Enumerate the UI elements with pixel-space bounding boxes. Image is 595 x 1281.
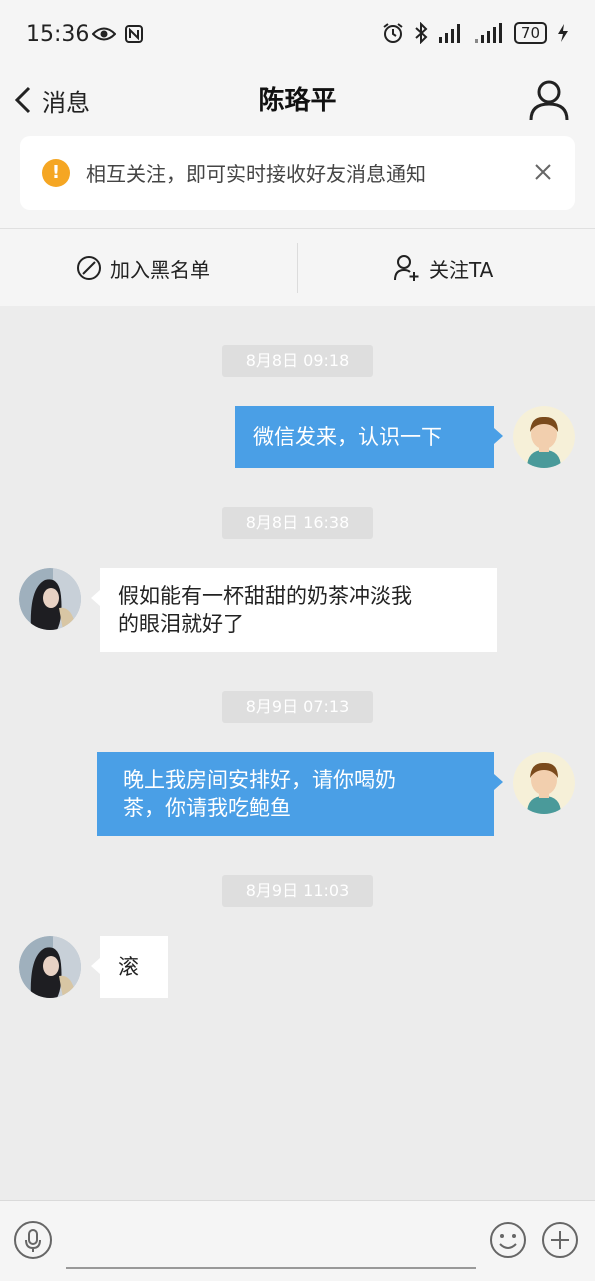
microphone-icon: [25, 1229, 41, 1252]
message-timestamp: 8月9日 07:13: [222, 691, 373, 723]
chat-header: 消息 陈珞平: [0, 72, 595, 130]
block-label: 加入黑名单: [110, 257, 210, 282]
block-button[interactable]: 加入黑名单: [76, 229, 210, 307]
message-input[interactable]: [66, 1215, 476, 1269]
contact-avatar[interactable]: [19, 568, 81, 630]
message-text: 微信发来，认识一下: [253, 425, 442, 449]
profile-icon[interactable]: [527, 78, 571, 122]
message-timestamp: 8月8日 09:18: [222, 345, 373, 377]
follow-label: 关注TA: [429, 257, 494, 282]
voice-button[interactable]: [14, 1221, 52, 1259]
message-text-line: 的眼泪就好了: [118, 612, 244, 636]
emoji-icon[interactable]: [489, 1221, 527, 1259]
status-left-icons: [92, 24, 144, 44]
outgoing-message-bubble[interactable]: 微信发来，认识一下: [235, 406, 503, 468]
notice-text: 相互关注，即可实时接收好友消息通知: [86, 162, 426, 186]
charging-icon: [558, 24, 568, 42]
plus-icon[interactable]: [541, 1221, 579, 1259]
page-title: 陈珞平: [258, 86, 337, 116]
signal-icon: [438, 24, 460, 43]
my-avatar[interactable]: [513, 406, 575, 468]
message-text-line: 茶，你请我吃鲍鱼: [123, 796, 291, 820]
message-text: 滚: [118, 955, 139, 979]
chat-area[interactable]: 8月8日 09:18 微信发来，认识一下 8月8日 16:38 假如能有一杯甜甜…: [0, 306, 595, 1200]
message-timestamp: 8月9日 11:03: [222, 875, 373, 907]
message-text-line: 假如能有一杯甜甜的奶茶冲淡我: [118, 584, 412, 608]
message-timestamp: 8月8日 16:38: [222, 507, 373, 539]
block-icon: [77, 256, 101, 280]
notice-area: ! 相互关注，即可实时接收好友消息通知: [0, 130, 595, 228]
contact-avatar[interactable]: [19, 936, 81, 998]
incoming-message-bubble[interactable]: 假如能有一杯甜甜的奶茶冲淡我 的眼泪就好了: [91, 568, 497, 652]
close-icon[interactable]: [531, 160, 555, 184]
alarm-icon: [383, 23, 403, 43]
battery-level: 70: [513, 22, 547, 44]
follow-notice: ! 相互关注，即可实时接收好友消息通知: [20, 136, 575, 210]
divider: [297, 243, 298, 293]
bluetooth-icon: [415, 22, 428, 44]
status-right-icons: 70: [382, 22, 569, 44]
input-bar: [0, 1200, 595, 1281]
nfc-icon: [125, 25, 143, 43]
incoming-message-bubble[interactable]: 滚: [91, 936, 168, 998]
status-time: 15:36: [26, 22, 90, 47]
action-bar: 加入黑名单 关注TA: [0, 228, 595, 307]
add-user-icon: [394, 255, 419, 281]
my-avatar[interactable]: [513, 752, 575, 814]
status-bar: 15:36 70: [0, 0, 595, 72]
eye-icon: [92, 27, 116, 41]
signal-secondary-icon: [474, 23, 502, 43]
outgoing-message-bubble[interactable]: 晚上我房间安排好，请你喝奶 茶，你请我吃鲍鱼: [97, 752, 503, 836]
warning-icon: !: [42, 159, 70, 187]
follow-button[interactable]: 关注TA: [393, 229, 493, 307]
message-text-line: 晚上我房间安排好，请你喝奶: [123, 768, 396, 792]
